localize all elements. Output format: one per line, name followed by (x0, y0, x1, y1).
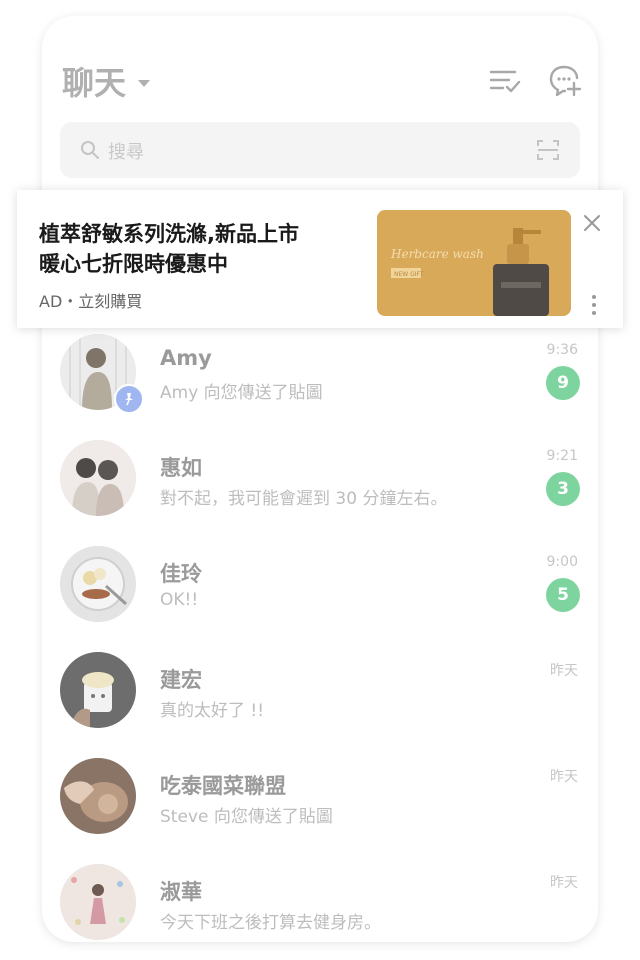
search-placeholder: 搜尋 (108, 142, 144, 163)
chat-name: 吃泰國菜聯盟 (160, 774, 286, 798)
chat-last-message: OK!! (160, 590, 199, 610)
scan-icon[interactable] (536, 138, 560, 162)
avatar (60, 652, 136, 728)
chat-item-shuhua[interactable]: 淑華 今天下班之後打算去健身房。 昨天 (42, 862, 598, 942)
avatar (60, 546, 136, 622)
close-icon[interactable] (581, 212, 603, 234)
edit-list-icon[interactable] (488, 64, 522, 98)
chat-last-message: 真的太好了 !! (160, 701, 265, 721)
chat-item-thai-food-group[interactable]: 吃泰國菜聯盟 Steve 向您傳送了貼圖 昨天 (42, 756, 598, 862)
unread-badge: 9 (546, 366, 580, 400)
chat-last-message: 對不起，我可能會遲到 30 分鐘左右。 (160, 489, 448, 509)
more-options-icon[interactable] (591, 294, 597, 316)
chat-title-dropdown[interactable]: 聊天 (62, 58, 151, 104)
unread-badge: 5 (546, 578, 580, 612)
chat-item-amy[interactable]: Amy Amy 向您傳送了貼圖 9:36 9 (42, 332, 598, 438)
avatar (60, 440, 136, 516)
chat-last-message: 今天下班之後打算去健身房。 (160, 913, 381, 933)
new-chat-icon[interactable] (548, 64, 582, 98)
chat-name: Amy (160, 346, 212, 370)
ad-cta[interactable]: AD・立刻購買 (39, 288, 142, 312)
unread-badge: 3 (546, 472, 580, 506)
page-title: 聊天 (62, 64, 127, 102)
chat-name: 淑華 (160, 880, 202, 904)
chat-item-huiru[interactable]: 惠如 對不起，我可能會遲到 30 分鐘左右。 9:21 3 (42, 438, 598, 544)
chat-item-jialing[interactable]: 佳玲 OK!! 9:00 5 (42, 544, 598, 650)
ad-headline-line1: 植萃舒敏系列洗滌,新品上市 (39, 222, 299, 246)
chevron-down-icon (138, 79, 151, 87)
chat-name: 佳玲 (160, 562, 202, 586)
chat-last-message: Steve 向您傳送了貼圖 (160, 807, 333, 827)
pin-icon (114, 384, 144, 414)
ad-product-image[interactable]: Herbcare wash NEW GIFT (377, 210, 571, 316)
chat-time: 昨天 (550, 663, 578, 679)
chat-time: 昨天 (550, 875, 578, 891)
search-bar[interactable]: 搜尋 (60, 122, 580, 178)
header: 聊天 (42, 16, 598, 126)
chat-item-jianhong[interactable]: 建宏 真的太好了 !! 昨天 (42, 650, 598, 756)
chat-last-message: Amy 向您傳送了貼圖 (160, 383, 323, 403)
search-icon (81, 141, 99, 159)
chat-time: 9:21 (546, 448, 578, 464)
ad-banner[interactable]: 植萃舒敏系列洗滌,新品上市 暖心七折限時優惠中 AD・立刻購買 Herbcare… (17, 190, 623, 328)
ad-image-script-text: Herbcare wash (390, 247, 484, 261)
chat-name: 惠如 (160, 456, 202, 480)
phone-screen: 聊天 搜尋 Amy Amy 向您傳送了貼圖 9:36 9 惠如 對不起，我可能會… (42, 16, 598, 942)
avatar (60, 758, 136, 834)
ad-image-tag-text: NEW GIFT (394, 271, 424, 278)
chat-time: 9:36 (546, 342, 578, 358)
chat-name: 建宏 (160, 668, 202, 692)
chat-time: 9:00 (546, 554, 578, 570)
chat-time: 昨天 (550, 769, 578, 785)
ad-headline-line2: 暖心七折限時優惠中 (39, 252, 228, 276)
avatar (60, 864, 136, 940)
